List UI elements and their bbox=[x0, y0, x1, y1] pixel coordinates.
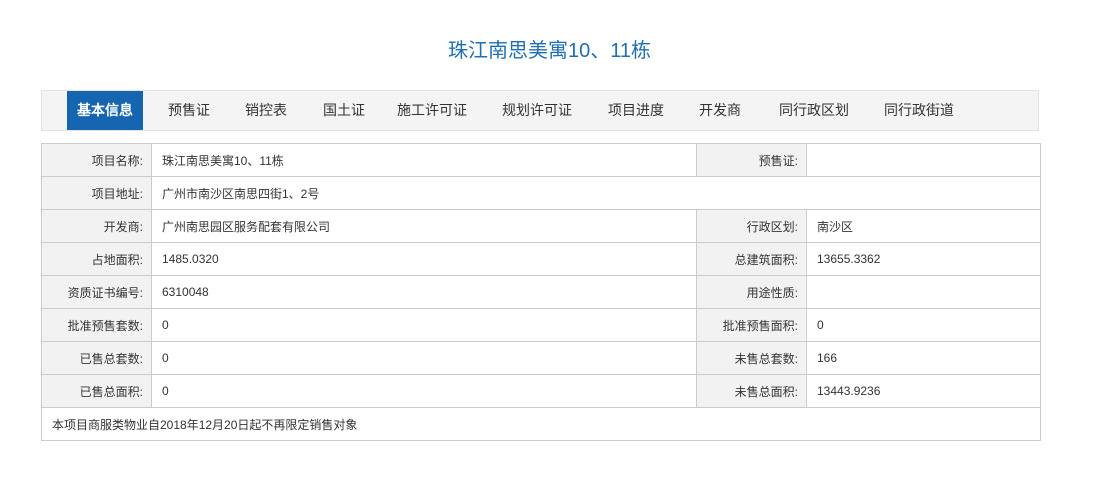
developer-value: 广州南思园区服务配套有限公司 bbox=[151, 209, 697, 243]
table-row: 开发商: 广州南思园区服务配套有限公司 行政区划: 南沙区 bbox=[41, 209, 1041, 243]
table-row: 批准预售套数: 0 批准预售面积: 0 bbox=[41, 308, 1041, 342]
tab-sales-control[interactable]: 销控表 bbox=[234, 91, 298, 130]
total-build-area-label: 总建筑面积: bbox=[696, 242, 807, 276]
total-build-area-value: 13655.3362 bbox=[806, 242, 1041, 276]
district-value: 南沙区 bbox=[806, 209, 1041, 243]
table-row: 已售总面积: 0 未售总面积: 13443.9236 bbox=[41, 374, 1041, 408]
unsold-area-label: 未售总面积: bbox=[696, 374, 807, 408]
tab-basic-info[interactable]: 基本信息 bbox=[67, 91, 143, 130]
tab-planning-permit[interactable]: 规划许可证 bbox=[495, 91, 579, 130]
tab-same-street[interactable]: 同行政街道 bbox=[877, 91, 961, 130]
developer-label: 开发商: bbox=[41, 209, 152, 243]
presale-cert-value bbox=[806, 143, 1041, 177]
table-row: 占地面积: 1485.0320 总建筑面积: 13655.3362 bbox=[41, 242, 1041, 276]
unsold-area-value: 13443.9236 bbox=[806, 374, 1041, 408]
table-row: 项目名称: 珠江南思美寓10、11栋 预售证: bbox=[41, 143, 1041, 177]
usage-value bbox=[806, 275, 1041, 309]
table-row: 本项目商服类物业自2018年12月20日起不再限定销售对象 bbox=[41, 407, 1041, 441]
table-row: 资质证书编号: 6310048 用途性质: bbox=[41, 275, 1041, 309]
presale-cert-label: 预售证: bbox=[696, 143, 807, 177]
tab-presale-cert[interactable]: 预售证 bbox=[157, 91, 221, 130]
tab-developer[interactable]: 开发商 bbox=[692, 91, 748, 130]
land-area-label: 占地面积: bbox=[41, 242, 152, 276]
approved-area-label: 批准预售面积: bbox=[696, 308, 807, 342]
usage-label: 用途性质: bbox=[696, 275, 807, 309]
project-name-value: 珠江南思美寓10、11栋 bbox=[151, 143, 697, 177]
qualification-no-value: 6310048 bbox=[151, 275, 697, 309]
land-area-value: 1485.0320 bbox=[151, 242, 697, 276]
basic-info-table: 项目名称: 珠江南思美寓10、11栋 预售证: 项目地址: 广州市南沙区南思四街… bbox=[41, 143, 1041, 441]
table-row: 项目地址: 广州市南沙区南思四街1、2号 bbox=[41, 176, 1041, 210]
page: 珠江南思美寓10、11栋 基本信息 预售证 销控表 国土证 施工许可证 规划许可… bbox=[0, 0, 1099, 493]
district-label: 行政区划: bbox=[696, 209, 807, 243]
table-row: 已售总套数: 0 未售总套数: 166 bbox=[41, 341, 1041, 375]
sold-area-value: 0 bbox=[151, 374, 697, 408]
approved-units-label: 批准预售套数: bbox=[41, 308, 152, 342]
page-title: 珠江南思美寓10、11栋 bbox=[447, 40, 651, 62]
tab-bar: 基本信息 预售证 销控表 国土证 施工许可证 规划许可证 项目进度 开发商 同行… bbox=[41, 90, 1039, 131]
unsold-units-value: 166 bbox=[806, 341, 1041, 375]
sold-area-label: 已售总面积: bbox=[41, 374, 152, 408]
sold-units-label: 已售总套数: bbox=[41, 341, 152, 375]
approved-area-value: 0 bbox=[806, 308, 1041, 342]
address-label: 项目地址: bbox=[41, 176, 152, 210]
qualification-no-label: 资质证书编号: bbox=[41, 275, 152, 309]
tab-project-progress[interactable]: 项目进度 bbox=[601, 91, 671, 130]
approved-units-value: 0 bbox=[151, 308, 697, 342]
sold-units-value: 0 bbox=[151, 341, 697, 375]
note-text: 本项目商服类物业自2018年12月20日起不再限定销售对象 bbox=[41, 407, 1041, 441]
tab-construction-permit[interactable]: 施工许可证 bbox=[390, 91, 474, 130]
tab-same-district[interactable]: 同行政区划 bbox=[772, 91, 856, 130]
address-value: 广州市南沙区南思四街1、2号 bbox=[151, 176, 1041, 210]
unsold-units-label: 未售总套数: bbox=[696, 341, 807, 375]
project-name-label: 项目名称: bbox=[41, 143, 152, 177]
tab-land-cert[interactable]: 国土证 bbox=[312, 91, 376, 130]
